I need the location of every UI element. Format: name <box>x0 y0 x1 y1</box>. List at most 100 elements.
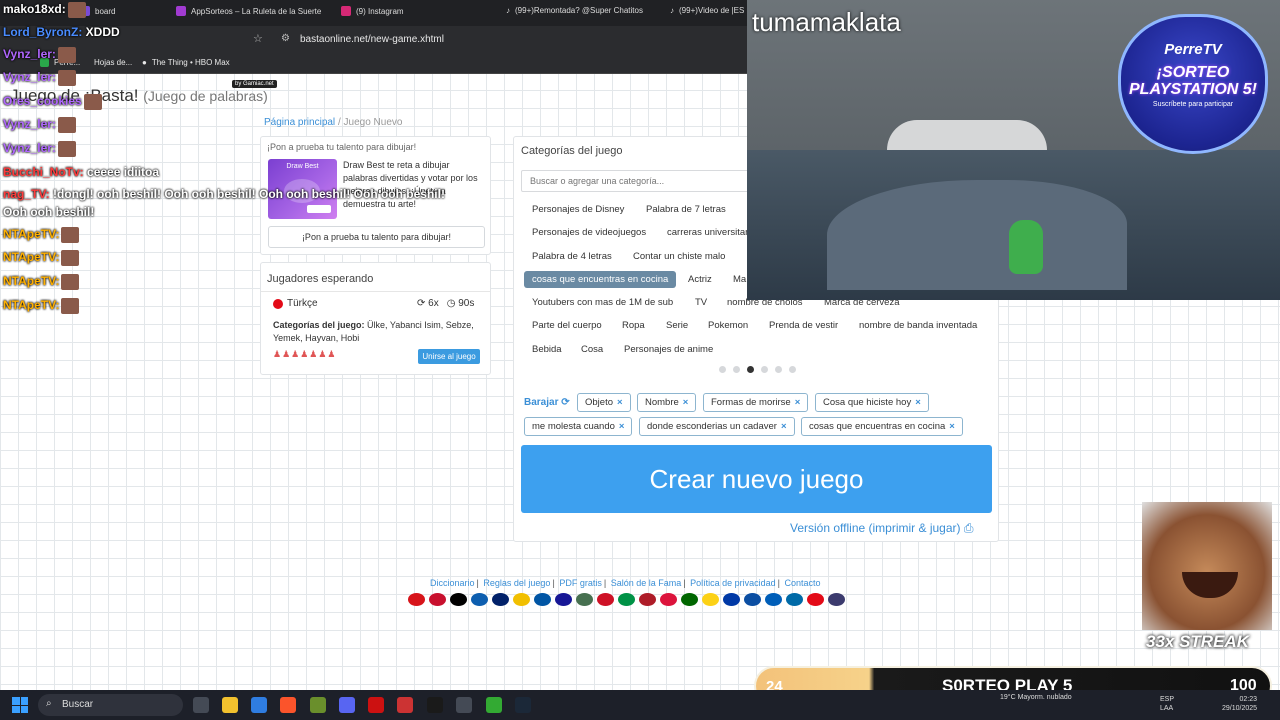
carousel-dot-active[interactable] <box>747 366 754 373</box>
tag-label: Nombre <box>645 397 679 408</box>
footer-link-contact[interactable]: Contacto <box>785 578 821 588</box>
taskbar-app-icon[interactable] <box>486 697 502 713</box>
clock-time: 02:23 <box>1239 696 1258 703</box>
join-game-button[interactable]: Unirse al juego <box>418 349 480 364</box>
taskbar-app-icon[interactable] <box>368 697 384 713</box>
tag-label: donde esconderias un cadaver <box>647 421 777 432</box>
tab-tiktok-video[interactable]: ♪ (99+)Video de |ES <box>670 6 744 15</box>
chat-message: Vynz_ler: <box>3 117 76 133</box>
footer-link-pdf[interactable]: PDF gratis <box>559 578 602 588</box>
language-flag-icon[interactable] <box>702 593 719 606</box>
language-flag-icon[interactable] <box>744 593 761 606</box>
taskbar-app-icon[interactable] <box>310 697 326 713</box>
category-chip[interactable]: Contar un chiste malo <box>625 248 733 265</box>
tag-label: cosas que encuentras en cocina <box>809 421 946 432</box>
chat-username: NTApeTV: <box>3 227 60 242</box>
language-flag-icon[interactable] <box>429 593 446 606</box>
language-flag-icon[interactable] <box>807 593 824 606</box>
language-flag-icon[interactable] <box>660 593 677 606</box>
footer-link-privacy[interactable]: Política de privacidad <box>690 578 776 588</box>
language-flag-icon[interactable] <box>723 593 740 606</box>
language-indicator[interactable]: ESP LAA <box>1160 695 1174 713</box>
carousel-dot[interactable] <box>733 366 740 373</box>
category-chip[interactable]: Serie <box>658 317 696 334</box>
language-flag-icon[interactable] <box>828 593 845 606</box>
taskbar-search[interactable]: ⌕ Buscar <box>38 694 183 716</box>
taskbar-app-icon[interactable] <box>193 697 209 713</box>
carousel-dot[interactable] <box>789 366 796 373</box>
category-chip[interactable]: Ropa <box>614 317 653 334</box>
shuffle-icon: ⟳ <box>561 397 570 408</box>
language-flag-icon[interactable] <box>408 593 425 606</box>
taskbar-app-icon[interactable] <box>427 697 443 713</box>
taskbar-app-icon[interactable] <box>456 697 472 713</box>
chat-emote-icon <box>57 117 76 133</box>
category-chip[interactable]: nombre de banda inventada <box>851 317 985 334</box>
taskbar-app-icon[interactable] <box>397 697 413 713</box>
language-flag-icon[interactable] <box>534 593 551 606</box>
language-flag-icon[interactable] <box>681 593 698 606</box>
chat-message: Vynz_ler: <box>3 141 76 157</box>
language-flag-icon[interactable] <box>471 593 488 606</box>
language-flag-icon[interactable] <box>450 593 467 606</box>
carousel-pagination <box>719 366 796 373</box>
selected-category-tag: me molesta cuando × <box>524 417 633 436</box>
chat-emote-icon <box>61 274 80 290</box>
footer-separator: | <box>603 578 607 588</box>
offline-version-link[interactable]: Versión offline (imprimir & jugar) ⎙ <box>790 521 973 536</box>
windows-start-icon[interactable] <box>12 697 28 713</box>
taskbar-app-icon[interactable] <box>280 697 296 713</box>
shuffle-button[interactable]: Barajar ⟳ <box>524 397 570 408</box>
category-chip[interactable]: TV <box>687 294 715 311</box>
category-chip[interactable]: Palabra de 7 letras <box>638 201 734 218</box>
category-chip[interactable]: Bebida <box>524 341 570 358</box>
category-chip[interactable]: Cosa <box>573 341 611 358</box>
windows-taskbar: ⌕ Buscar 19°C Mayorm. nublado ESP LAA 02… <box>0 690 1280 720</box>
weather-widget[interactable]: 19°C Mayorm. nublado <box>1000 694 1072 701</box>
system-clock[interactable]: 02:23 29/10/2025 <box>1222 695 1257 713</box>
taskbar-app-icon[interactable] <box>515 697 531 713</box>
category-chip[interactable]: Actriz <box>680 271 720 288</box>
create-new-game-button[interactable]: Crear nuevo juego <box>521 445 992 513</box>
remove-tag-icon[interactable]: × <box>795 397 801 408</box>
footer-link-dictionary[interactable]: Diccionario <box>430 578 475 588</box>
carousel-dot[interactable] <box>719 366 726 373</box>
taskbar-app-icon[interactable] <box>339 697 355 713</box>
taskbar-app-icon[interactable] <box>251 697 267 713</box>
chat-emote-icon <box>61 250 80 266</box>
language-flag-icon[interactable] <box>786 593 803 606</box>
language-flag-icon[interactable] <box>492 593 509 606</box>
chat-emote-icon <box>61 227 80 243</box>
carousel-dot[interactable] <box>761 366 768 373</box>
logo-subtitle: Suscríbete para participar <box>1152 101 1234 108</box>
taskbar-app-icon[interactable] <box>222 697 238 713</box>
language-flag-icon[interactable] <box>513 593 530 606</box>
selected-category-tag: Objeto × <box>577 393 631 412</box>
remove-tag-icon[interactable]: × <box>949 421 955 432</box>
language-flag-icon[interactable] <box>576 593 593 606</box>
remove-tag-icon[interactable]: × <box>683 397 689 408</box>
remove-tag-icon[interactable]: × <box>617 397 623 408</box>
category-chip[interactable]: Pokemon <box>700 317 756 334</box>
remove-tag-icon[interactable]: × <box>619 421 625 432</box>
language-flag-icon[interactable] <box>597 593 614 606</box>
footer-separator: | <box>476 578 479 588</box>
language-flag-icon[interactable] <box>765 593 782 606</box>
offline-link-label: Versión offline (imprimir & jugar) <box>790 521 961 535</box>
remove-tag-icon[interactable]: × <box>915 397 921 408</box>
language-flag-icon[interactable] <box>555 593 572 606</box>
chat-message: NTApeTV: <box>3 250 80 266</box>
remove-tag-icon[interactable]: × <box>781 421 787 432</box>
language-flag-icon[interactable] <box>618 593 635 606</box>
footer-link-hall-of-fame[interactable]: Salón de la Fama <box>611 578 682 588</box>
chat-username: Vynz_ler: <box>3 117 56 132</box>
language-flag-icon[interactable] <box>639 593 656 606</box>
clock-date: 29/10/2025 <box>1222 705 1258 712</box>
category-chip[interactable]: Prenda de vestir <box>761 317 846 334</box>
footer-link-rules[interactable]: Reglas del juego <box>483 578 550 588</box>
category-chip[interactable]: Personajes de anime <box>616 341 721 358</box>
selected-category-tag: donde esconderias un cadaver × <box>639 417 795 436</box>
chat-message: Vynz_ler: <box>3 70 76 86</box>
carousel-dot[interactable] <box>775 366 782 373</box>
language-flags <box>408 593 845 606</box>
